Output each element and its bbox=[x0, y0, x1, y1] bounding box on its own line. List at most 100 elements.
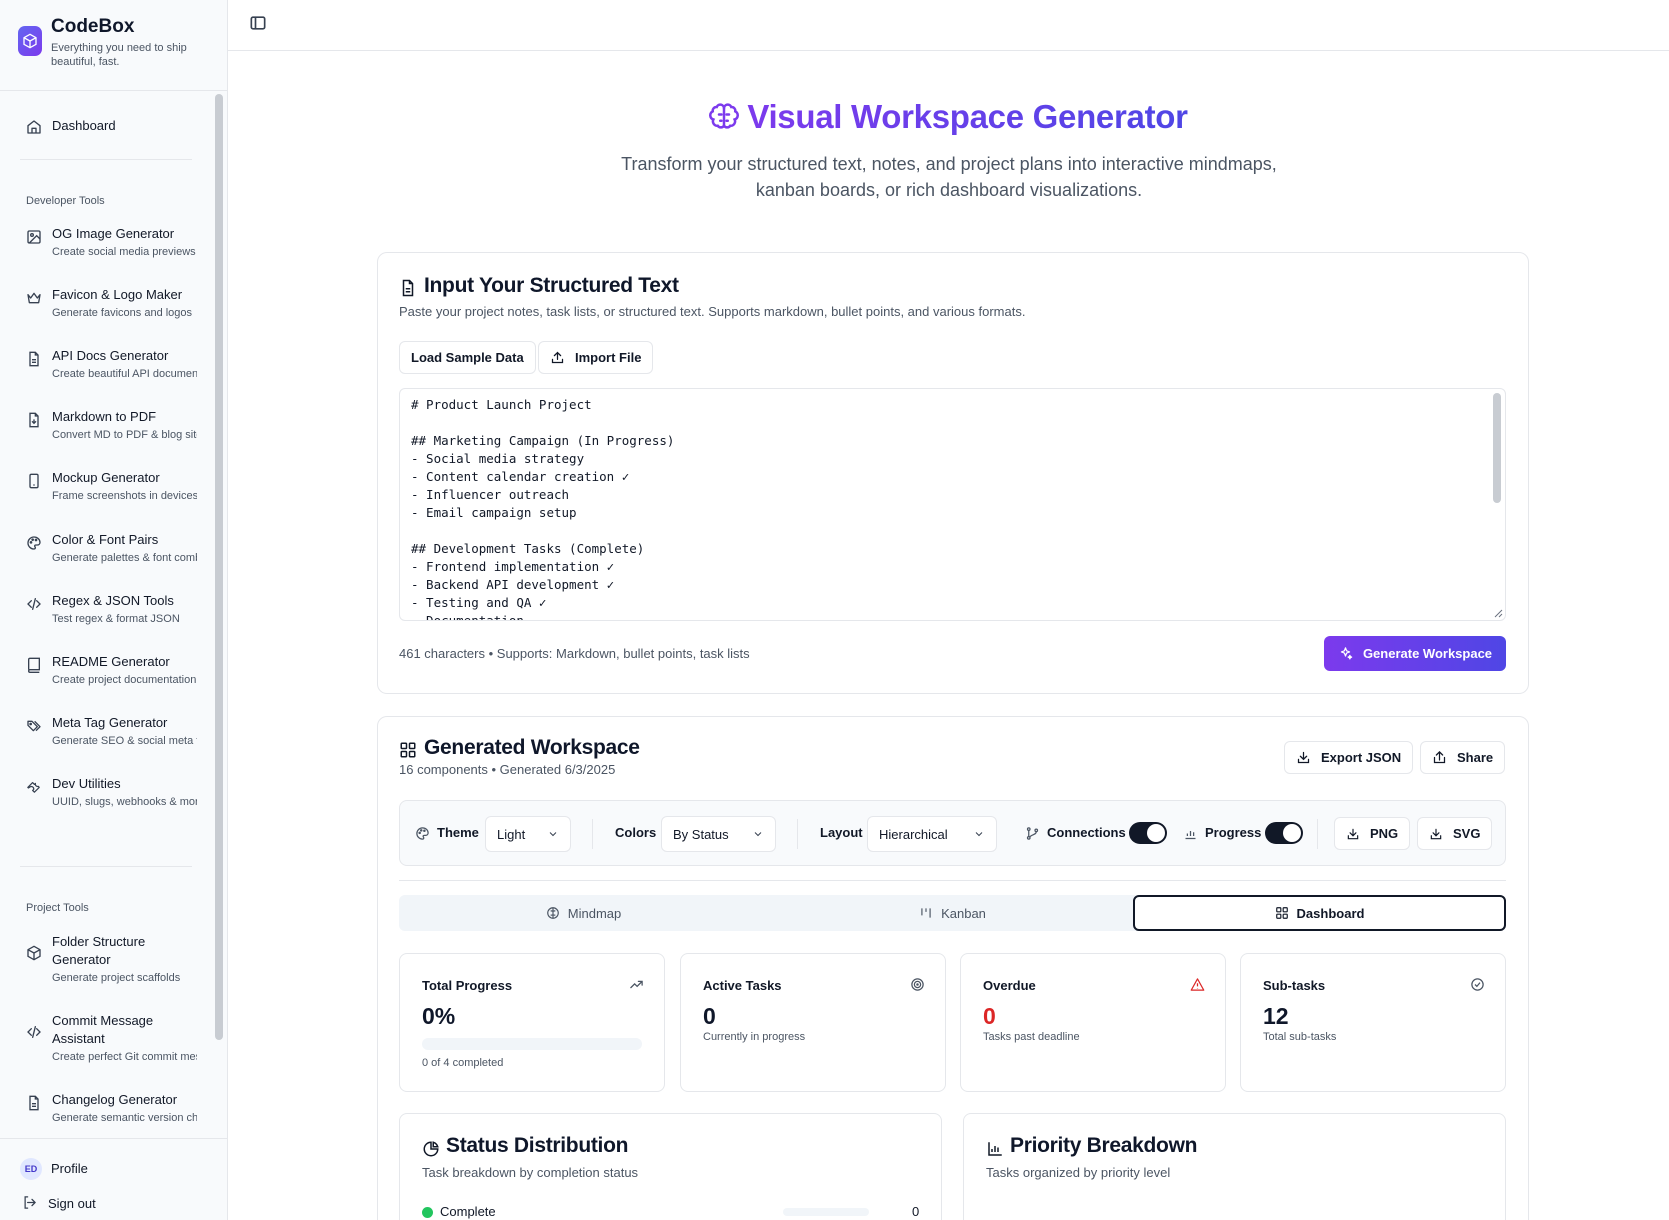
sidebar-item-color-font-pairs[interactable]: Color & Font Pairs Generate palettes & f… bbox=[18, 531, 197, 571]
stat-value: 0% bbox=[422, 1003, 456, 1029]
status-dot-complete bbox=[422, 1207, 433, 1218]
sidebar-item-label: Changelog Generator bbox=[52, 1092, 178, 1107]
sidebar-item-meta-tag-generator[interactable]: Meta Tag Generator Generate SEO & social… bbox=[18, 714, 197, 754]
sidebar-item-desc: Generate semantic version changelogs bbox=[52, 1112, 197, 1124]
colors-label: Colors bbox=[615, 825, 657, 840]
colors-select[interactable]: By Status bbox=[661, 816, 776, 852]
sidebar-item-label: README Generator bbox=[52, 654, 170, 669]
share-button[interactable]: Share bbox=[1420, 741, 1506, 774]
connections-toggle[interactable] bbox=[1129, 822, 1167, 844]
colors-value: By Status bbox=[673, 826, 729, 842]
load-sample-button[interactable]: Load Sample Data bbox=[399, 341, 536, 374]
download-icon bbox=[1430, 828, 1442, 839]
chevron-down-icon bbox=[549, 832, 557, 837]
tags-icon bbox=[27, 720, 41, 732]
tab-kanban[interactable]: Kanban bbox=[768, 895, 1137, 931]
status-distribution-title: Status Distribution bbox=[446, 1134, 629, 1157]
theme-select[interactable]: Light bbox=[485, 816, 571, 852]
document-icon bbox=[29, 351, 39, 367]
stat-card-overdue: Overdue 0 Tasks past deadline bbox=[960, 953, 1226, 1092]
layout-select[interactable]: Hierarchical bbox=[867, 816, 997, 852]
export-png-button[interactable]: PNG bbox=[1334, 817, 1411, 850]
sidebar-item-regex-json-tools[interactable]: Regex & JSON Tools Test regex & format J… bbox=[18, 592, 196, 632]
generate-workspace-button[interactable]: Generate Workspace bbox=[1324, 636, 1506, 671]
status-row-label: Complete bbox=[440, 1204, 496, 1219]
export-json-button[interactable]: Export JSON bbox=[1284, 741, 1414, 774]
sidebar-item-label: Meta Tag Generator bbox=[52, 715, 168, 730]
workspace-divider bbox=[399, 880, 1506, 881]
priority-breakdown-desc: Tasks organized by priority level bbox=[986, 1165, 1171, 1180]
sidebar-divider bbox=[20, 866, 192, 867]
stat-label: Sub-tasks bbox=[1263, 978, 1326, 993]
status-distribution-desc: Task breakdown by completion status bbox=[422, 1165, 639, 1180]
sidebar-item-og-image-generator[interactable]: OG Image Generator Create social media p… bbox=[18, 225, 196, 265]
sidebar-item-readme-generator[interactable]: README Generator Create project document… bbox=[18, 653, 196, 693]
sidebar-item-api-docs-generator[interactable]: API Docs Generator Create beautiful API … bbox=[18, 347, 197, 387]
sidebar-item-favicon-logo-maker[interactable]: Favicon & Logo Maker Generate favicons a… bbox=[18, 286, 196, 326]
package-icon bbox=[27, 945, 41, 961]
sidebar-scrollbar[interactable] bbox=[215, 94, 223, 1040]
sidebar-item-folder-structure-generator[interactable]: Folder Structure Generator Generate proj… bbox=[18, 933, 196, 991]
sign-out-icon[interactable] bbox=[22, 1195, 37, 1210]
hero-title-row: Visual Workspace Generator bbox=[228, 98, 1669, 136]
load-sample-label: Load Sample Data bbox=[411, 350, 524, 365]
brain-icon bbox=[546, 907, 559, 919]
avatar[interactable]: ED bbox=[20, 1158, 42, 1180]
stat-card-sub-tasks: Sub-tasks 12 Total sub-tasks bbox=[1240, 953, 1506, 1092]
view-tabs: Mindmap Kanban Dashboard bbox=[399, 895, 1506, 931]
stat-value: 12 bbox=[1263, 1003, 1289, 1029]
stat-label: Active Tasks bbox=[703, 978, 782, 993]
document-icon bbox=[402, 279, 414, 297]
file-download-icon bbox=[29, 412, 39, 428]
bar-chart-icon bbox=[988, 1142, 1002, 1156]
stat-value: 0 bbox=[983, 1003, 996, 1029]
chevron-down-icon bbox=[975, 832, 983, 837]
generate-workspace-label: Generate Workspace bbox=[1362, 646, 1493, 661]
kanban-icon bbox=[921, 908, 931, 918]
workspace-meta: 16 components • Generated 6/3/2025 bbox=[399, 762, 616, 777]
stat-sub: 0 of 4 completed bbox=[422, 1057, 504, 1069]
brain-icon bbox=[709, 103, 740, 129]
sidebar-item-mockup-generator[interactable]: Mockup Generator Frame screenshots in de… bbox=[18, 469, 197, 509]
input-card-desc: Paste your project notes, task lists, or… bbox=[399, 304, 1026, 319]
export-svg-button[interactable]: SVG bbox=[1417, 817, 1493, 850]
import-file-button[interactable]: Import File bbox=[538, 341, 654, 374]
structured-text-input[interactable]: # Product Launch Project ## Marketing Ca… bbox=[399, 388, 1506, 621]
section-label-project-tools: Project Tools bbox=[26, 902, 89, 914]
sidebar-item-desc: Generate SEO & social meta tags bbox=[52, 735, 197, 747]
sidebar-item-commit-message-assistant[interactable]: Commit Message Assistant Create perfect … bbox=[18, 1012, 197, 1070]
sidebar-divider bbox=[20, 159, 192, 160]
sidebar-item-label: Commit Message Assistant bbox=[52, 1013, 154, 1046]
resize-grip-icon[interactable] bbox=[1493, 608, 1503, 618]
profile-link[interactable]: Profile bbox=[51, 1161, 88, 1176]
sign-out-link[interactable]: Sign out bbox=[48, 1196, 96, 1211]
git-branch-icon bbox=[1026, 827, 1039, 840]
section-label-developer-tools: Developer Tools bbox=[26, 195, 105, 207]
sidebar-footer: ED Profile Sign out bbox=[0, 1138, 227, 1220]
sidebar-item-changelog-generator[interactable]: Changelog Generator Generate semantic ve… bbox=[18, 1091, 197, 1131]
sidebar-item-dashboard[interactable]: Dashboard bbox=[18, 115, 196, 137]
image-icon bbox=[27, 230, 41, 244]
box-logo-icon[interactable] bbox=[18, 26, 42, 56]
progress-toggle[interactable] bbox=[1265, 822, 1303, 844]
tab-dashboard[interactable]: Dashboard bbox=[1133, 895, 1506, 931]
sidebar-item-desc: Generate favicons and logos bbox=[52, 307, 193, 319]
priority-breakdown-title: Priority Breakdown bbox=[1010, 1134, 1198, 1157]
tab-mindmap[interactable]: Mindmap bbox=[399, 895, 768, 931]
sidebar-toggle-icon[interactable] bbox=[248, 13, 268, 33]
book-icon bbox=[27, 657, 40, 673]
toolbar-divider bbox=[797, 819, 798, 849]
png-label: PNG bbox=[1370, 826, 1399, 841]
connections-label: Connections bbox=[1047, 825, 1126, 840]
sidebar-item-markdown-to-pdf[interactable]: Markdown to PDF Convert MD to PDF & blog… bbox=[18, 408, 197, 448]
sidebar-item-dev-utilities[interactable]: Dev Utilities UUID, slugs, webhooks & mo… bbox=[18, 775, 197, 815]
palette-icon bbox=[416, 827, 429, 840]
textarea-scrollbar[interactable] bbox=[1493, 393, 1501, 503]
sidebar-item-label: Dashboard bbox=[52, 118, 116, 133]
sidebar-item-desc: Create project documentation bbox=[52, 674, 197, 686]
import-file-label: Import File bbox=[575, 350, 642, 365]
chevron-down-icon bbox=[754, 832, 762, 837]
sidebar-item-desc: Frame screenshots in devices bbox=[52, 490, 197, 502]
priority-breakdown-card: Priority Breakdown Tasks organized by pr… bbox=[963, 1113, 1506, 1220]
layout-label: Layout bbox=[820, 825, 863, 840]
